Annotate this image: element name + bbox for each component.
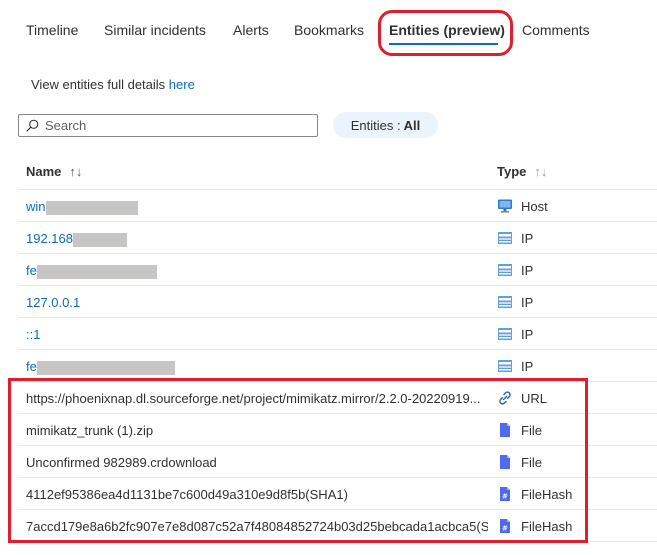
- table-row[interactable]: 127.0.0.1 IP: [18, 286, 657, 318]
- column-type-label: Type: [497, 164, 527, 179]
- tab-comments[interactable]: Comments: [522, 22, 590, 38]
- filter-label: Entities :: [350, 117, 401, 133]
- view-entities-text: View entities full details here: [31, 77, 195, 92]
- entity-name[interactable]: fe: [26, 263, 488, 279]
- entity-name-text: fe: [26, 263, 37, 278]
- tab-bookmarks[interactable]: Bookmarks: [294, 22, 364, 38]
- column-name-label: Name: [26, 164, 62, 179]
- redacted-block: [45, 200, 138, 215]
- view-entities-label: View entities full details: [31, 77, 169, 92]
- ip-icon: [497, 294, 513, 310]
- entity-type-label: IP: [521, 358, 534, 374]
- entity-type: Host: [497, 198, 548, 214]
- entities-filter-button[interactable]: Entities : All: [333, 112, 438, 138]
- entity-type-label: IP: [521, 326, 534, 342]
- entity-type: IP: [497, 294, 533, 310]
- search-icon: [26, 119, 39, 132]
- tab-alerts[interactable]: Alerts: [233, 22, 269, 38]
- sort-icon[interactable]: ↑↓: [534, 164, 547, 179]
- table-row[interactable]: fe IP: [18, 254, 657, 286]
- ip-icon: [497, 262, 513, 278]
- entity-type-label: IP: [521, 262, 534, 278]
- entity-name[interactable]: 127.0.0.1: [26, 295, 488, 310]
- table-row[interactable]: ::1 IP: [18, 318, 657, 350]
- tab-highlight-annotation: [378, 10, 513, 56]
- entity-name[interactable]: ::1: [26, 327, 488, 342]
- entity-name-text: ::1: [26, 327, 41, 342]
- entity-type-label: IP: [521, 230, 534, 246]
- ip-icon: [497, 326, 513, 342]
- redacted-block: [36, 360, 175, 375]
- tab-timeline[interactable]: Timeline: [26, 22, 78, 38]
- ip-icon: [497, 358, 513, 374]
- entity-type: IP: [497, 326, 533, 342]
- tab-bar: Timeline Similar incidents Alerts Bookma…: [0, 0, 657, 62]
- table-row[interactable]: 192.168 IP: [18, 222, 657, 254]
- filter-value: All: [403, 117, 421, 133]
- host-icon: [497, 198, 513, 214]
- ip-icon: [497, 230, 513, 246]
- entity-type: IP: [497, 262, 533, 278]
- entity-type: IP: [497, 358, 533, 374]
- column-header-type[interactable]: Type ↑↓: [497, 164, 547, 179]
- table-row[interactable]: win Host: [18, 190, 657, 222]
- redacted-block: [73, 232, 127, 247]
- entity-type-label: Host: [521, 198, 548, 214]
- sort-icon[interactable]: ↑↓: [69, 164, 82, 179]
- entity-name[interactable]: 192.168: [26, 231, 488, 247]
- entity-type-label: IP: [521, 294, 534, 310]
- column-header-name[interactable]: Name ↑↓: [26, 164, 82, 179]
- entity-type: IP: [497, 230, 533, 246]
- redacted-block: [36, 264, 157, 279]
- entity-name-text: 192.168: [26, 231, 73, 246]
- rows-highlight-annotation: [8, 378, 588, 543]
- entity-name[interactable]: win: [26, 199, 488, 215]
- entity-name-text: 127.0.0.1: [26, 295, 81, 310]
- entity-name-text: win: [26, 199, 46, 214]
- search-input[interactable]: [45, 118, 305, 133]
- entity-name-text: fe: [26, 359, 37, 374]
- search-box[interactable]: [18, 114, 318, 137]
- tab-similar-incidents[interactable]: Similar incidents: [104, 22, 206, 38]
- entity-name[interactable]: fe: [26, 359, 488, 375]
- view-entities-link[interactable]: here: [169, 77, 195, 92]
